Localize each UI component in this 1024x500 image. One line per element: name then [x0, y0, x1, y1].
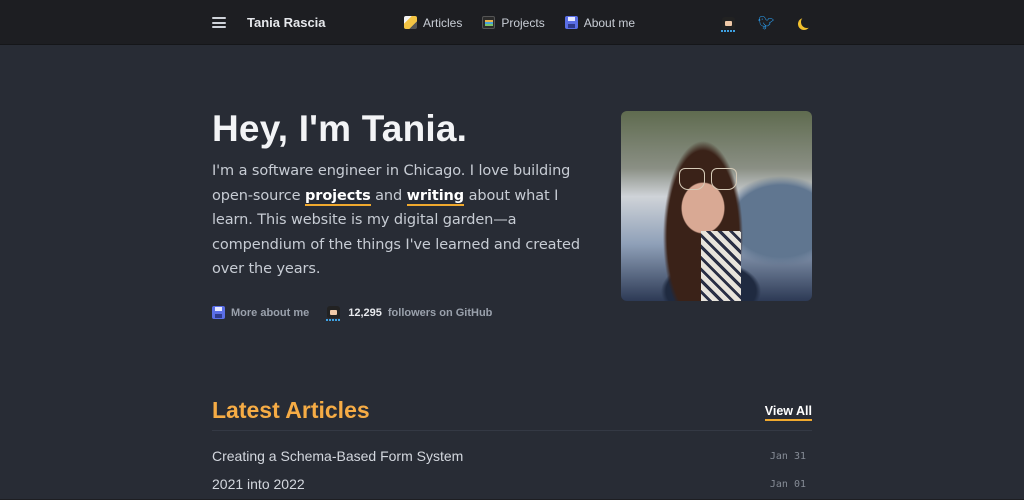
followers-count: 12,295 [348, 306, 382, 319]
article-title: 2021 into 2022 [212, 476, 305, 492]
article-date: Jan 31 [769, 450, 806, 462]
article-title: Creating a Schema-Based Form System [212, 448, 464, 464]
intro-text: and [370, 187, 407, 204]
nav-link-label: Articles [423, 15, 463, 30]
nav-link-projects[interactable]: Projects [482, 15, 545, 30]
article-row[interactable]: 2021 into 2022 Jan 01 [212, 476, 806, 492]
top-navbar: Tania Rascia Articles Projects About me … [0, 0, 1024, 45]
nav-links: Articles Projects About me [404, 16, 635, 30]
article-row[interactable]: Creating a Schema-Based Form System Jan … [212, 448, 806, 464]
nav-link-about[interactable]: About me [564, 15, 636, 30]
view-all-link[interactable]: View All [764, 404, 812, 421]
github-octocat-icon [720, 16, 736, 32]
hero-section: Hey, I'm Tania. I'm a software engineer … [212, 108, 582, 282]
navbar-inner: Tania Rascia Articles Projects About me … [212, 0, 812, 45]
twitter-bird-icon: 🐦︎ [757, 14, 775, 30]
floppy-disk-icon [564, 16, 578, 29]
hamburger-menu-icon[interactable] [212, 17, 226, 28]
nav-social-icons: 🐦︎ [720, 14, 812, 32]
moon-theme-icon [801, 16, 813, 28]
hero-heading: Hey, I'm Tania. [212, 108, 468, 149]
github-followers-link[interactable]: 12,295 followers on GitHub [326, 305, 493, 321]
latest-articles-heading: Latest Articles [212, 397, 370, 423]
site-brand[interactable]: Tania Rascia [247, 15, 326, 30]
writing-link[interactable]: writing [406, 187, 464, 206]
github-octocat-icon [326, 305, 342, 321]
hero-intro: I'm a software engineer in Chicago. I lo… [212, 159, 582, 282]
twitter-link[interactable]: 🐦︎ [757, 14, 775, 31]
more-about-me-link[interactable]: More about me [212, 306, 309, 319]
github-link[interactable] [720, 15, 736, 32]
profile-photo [621, 111, 812, 301]
memo-pencil-icon [404, 16, 417, 29]
photo-scarf [701, 231, 741, 301]
theme-toggle-button[interactable] [796, 15, 812, 31]
photo-glasses [677, 168, 739, 190]
nav-link-label: About me [583, 15, 636, 30]
more-about-label: More about me [231, 306, 310, 319]
nav-link-label: Projects [501, 15, 545, 30]
followers-label: followers on GitHub [387, 306, 493, 319]
tv-icon [482, 16, 496, 29]
nav-link-articles[interactable]: Articles [404, 16, 462, 30]
hero-links: More about me 12,295 followers on GitHub [212, 305, 493, 321]
section-divider [212, 430, 812, 431]
projects-link[interactable]: projects [304, 187, 371, 206]
floppy-disk-icon [212, 306, 225, 319]
article-date: Jan 01 [769, 478, 806, 490]
